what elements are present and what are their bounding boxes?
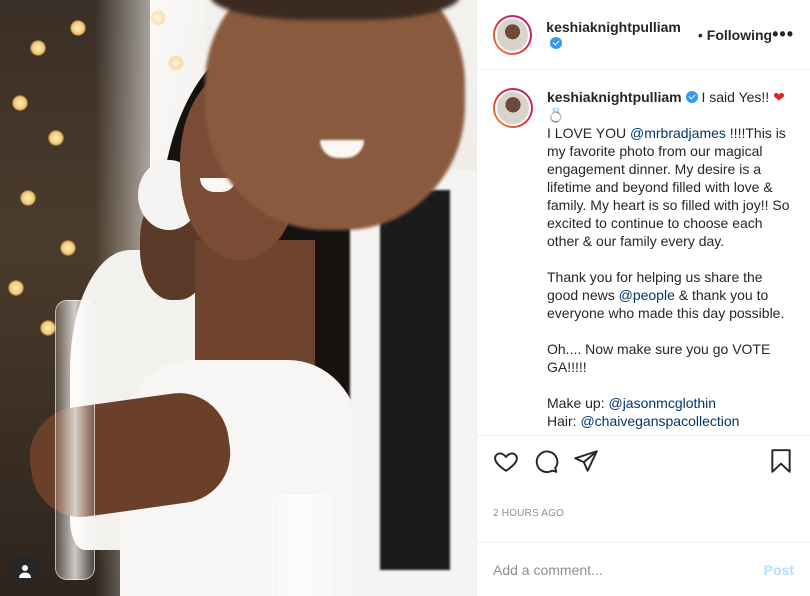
save-button[interactable] bbox=[768, 448, 794, 474]
caption-p1-after: !!!!This is my favorite photo from our m… bbox=[547, 125, 794, 249]
comment-button[interactable] bbox=[533, 448, 559, 474]
caption-username[interactable]: keshiaknightpulliam bbox=[547, 89, 682, 105]
post-timestamp[interactable]: 2 HOURS AGO bbox=[477, 486, 810, 542]
header-username-text[interactable]: keshiaknightpulliam bbox=[546, 19, 681, 35]
mention-link[interactable]: @people bbox=[619, 287, 675, 303]
fairy-light bbox=[40, 320, 56, 336]
post-header: keshiaknightpulliam • Following ••• bbox=[477, 0, 810, 70]
caption-p3: Oh.... Now make sure you go VOTE GA!!!!! bbox=[547, 341, 775, 375]
post-comment-button[interactable]: Post bbox=[764, 562, 794, 578]
header-username[interactable]: keshiaknightpulliam bbox=[546, 19, 694, 51]
caption-area: keshiaknightpulliam I said Yes!! ❤ 💍 I LO… bbox=[477, 70, 810, 436]
mention-link[interactable]: @chaiveganspacollection bbox=[580, 413, 739, 429]
heart-emoji-icon: ❤ bbox=[773, 89, 785, 105]
caption-avatar[interactable] bbox=[493, 88, 533, 128]
mention-link[interactable]: @mrbradjames bbox=[630, 125, 726, 141]
fairy-light bbox=[70, 20, 86, 36]
paper-plane-icon bbox=[574, 450, 598, 472]
photo-champagne-glass bbox=[272, 495, 332, 596]
photo-woman-neck bbox=[195, 240, 315, 380]
verified-badge-icon bbox=[685, 91, 698, 103]
ring-emoji-icon: 💍 bbox=[547, 107, 565, 123]
tagged-user-icon[interactable] bbox=[10, 556, 40, 586]
fairy-light bbox=[60, 240, 76, 256]
header-separator: • bbox=[697, 26, 703, 43]
photo-man-shirt bbox=[380, 190, 450, 570]
caption-line1: I said Yes!! bbox=[701, 89, 774, 105]
fairy-light bbox=[8, 280, 24, 296]
photo-champagne-glass bbox=[55, 300, 95, 580]
fairy-light bbox=[12, 95, 28, 111]
caption-p1-before: I LOVE YOU bbox=[547, 125, 630, 141]
bookmark-icon bbox=[771, 449, 791, 473]
comment-input[interactable] bbox=[493, 561, 764, 578]
photo-man-head bbox=[205, 0, 465, 230]
like-button[interactable] bbox=[493, 448, 519, 474]
hair-label: Hair: bbox=[547, 413, 581, 429]
post-sidebar: keshiaknightpulliam • Following ••• kesh… bbox=[476, 0, 810, 596]
following-button[interactable]: Following bbox=[707, 27, 772, 43]
fairy-light bbox=[48, 130, 64, 146]
caption-text: keshiaknightpulliam I said Yes!! ❤ 💍 I LO… bbox=[547, 88, 793, 435]
heart-outline-icon bbox=[494, 452, 518, 472]
action-bar bbox=[477, 436, 810, 486]
comment-bubble-icon bbox=[535, 450, 559, 474]
comment-bar: Post bbox=[477, 542, 810, 596]
instagram-post: keshiaknightpulliam • Following ••• kesh… bbox=[0, 0, 810, 596]
fairy-light bbox=[20, 190, 36, 206]
post-photo[interactable] bbox=[0, 0, 476, 596]
share-button[interactable] bbox=[573, 448, 599, 474]
mention-link[interactable]: @jasonmcglothin bbox=[608, 395, 716, 411]
makeup-label: Make up: bbox=[547, 395, 609, 411]
more-options-icon[interactable]: ••• bbox=[772, 24, 794, 45]
verified-badge-icon bbox=[550, 36, 563, 49]
fairy-light bbox=[30, 40, 46, 56]
avatar[interactable] bbox=[493, 14, 533, 55]
